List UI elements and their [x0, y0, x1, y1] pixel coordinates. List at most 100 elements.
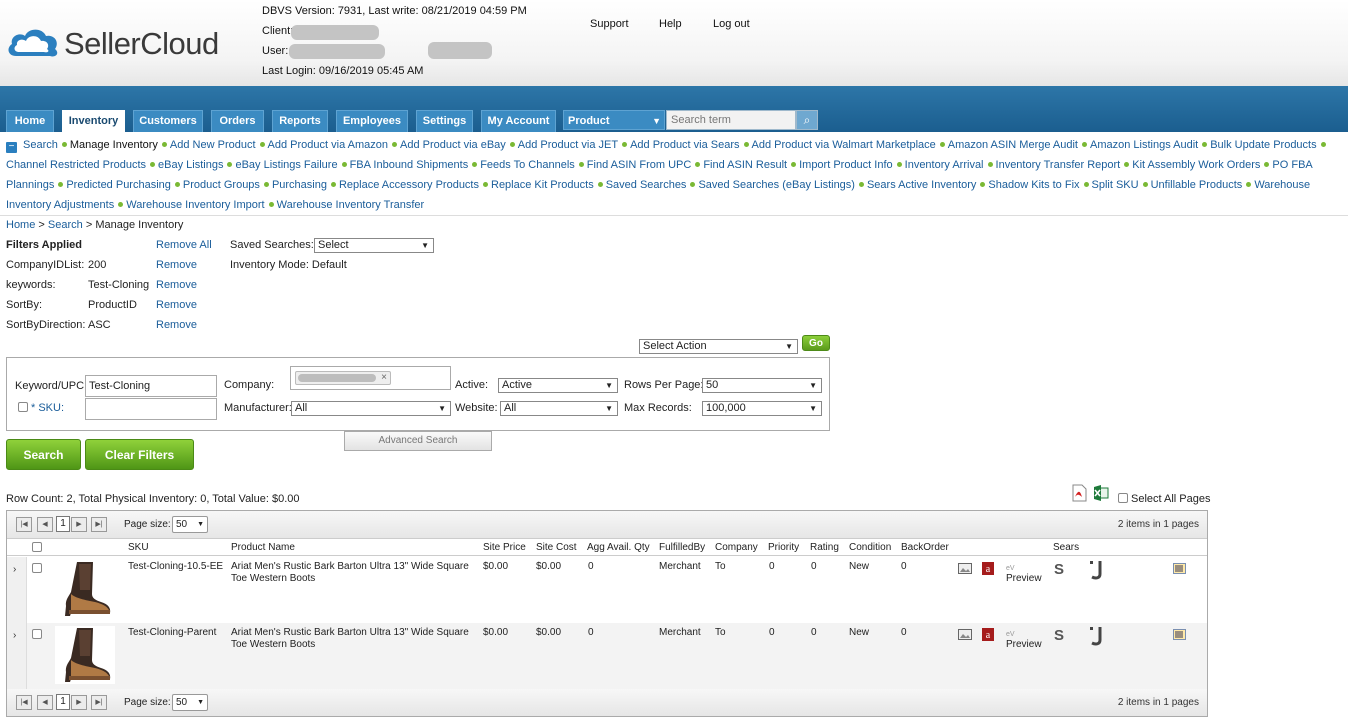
col-company[interactable]: Company [715, 542, 758, 553]
sku-label[interactable]: * SKU: [31, 402, 64, 414]
col-fulfilled-by[interactable]: FulfilledBy [659, 542, 705, 553]
max-records-select[interactable]: 100,000 ▼ [702, 401, 822, 416]
submenu-link[interactable]: Saved Searches (eBay Listings) [698, 179, 855, 191]
excel-export-icon[interactable] [1092, 484, 1110, 502]
preview-link[interactable]: Preview [1006, 639, 1042, 650]
submenu-link[interactable]: Inventory Transfer Report [996, 159, 1121, 171]
submenu-link[interactable]: Amazon Listings Audit [1090, 139, 1198, 151]
saved-searches-select[interactable]: Select ▼ [314, 238, 434, 253]
logout-link[interactable]: Log out [713, 18, 750, 30]
tab-inventory[interactable]: Inventory [62, 110, 125, 133]
image-icon[interactable] [958, 629, 972, 640]
col-site-cost[interactable]: Site Cost [536, 542, 577, 553]
close-icon[interactable]: × [381, 368, 387, 388]
product-thumbnail[interactable] [55, 560, 115, 618]
row-checkbox[interactable] [32, 629, 42, 639]
product-thumbnail[interactable] [55, 626, 115, 684]
submenu-link[interactable]: Unfillable Products [1151, 179, 1243, 191]
submenu-link[interactable]: Add Product via Sears [630, 139, 739, 151]
col-product-name[interactable]: Product Name [231, 542, 295, 553]
submenu-link[interactable]: Kit Assembly Work Orders [1132, 159, 1260, 171]
select-action-dropdown[interactable]: Select Action ▼ [639, 339, 798, 354]
barcode-icon[interactable] [1173, 629, 1186, 640]
manufacturer-select[interactable]: All ▼ [291, 401, 451, 416]
next-page-icon[interactable]: ▶ [71, 517, 87, 532]
product-type-select[interactable]: Product ▼ [563, 110, 665, 130]
barcode-icon[interactable] [1173, 563, 1186, 574]
remove-filter-link[interactable]: Remove [156, 299, 197, 311]
table-row[interactable]: › Test-Cloning-10.5-EE Ariat Men's Rusti… [7, 557, 1207, 623]
submenu-link[interactable]: Replace Accessory Products [339, 179, 479, 191]
amazon-icon[interactable]: a [982, 562, 994, 575]
advanced-search-button[interactable]: Advanced Search [344, 431, 492, 451]
collapse-icon[interactable]: − [6, 142, 17, 153]
tab-settings[interactable]: Settings [416, 110, 473, 132]
submenu-link[interactable]: Amazon ASIN Merge Audit [948, 139, 1078, 151]
remove-filter-link[interactable]: Remove [156, 259, 197, 271]
ebay-icon[interactable]: eV [1006, 563, 1020, 571]
search-icon[interactable]: ⌕ [796, 110, 818, 130]
submenu-link[interactable]: Add Product via Walmart Marketplace [752, 139, 936, 151]
tab-reports[interactable]: Reports [272, 110, 328, 132]
rows-per-page-select[interactable]: 50 ▼ [702, 378, 822, 393]
clear-filters-button[interactable]: Clear Filters [85, 439, 194, 470]
page-size-select[interactable]: 50 ▼ [172, 516, 208, 533]
active-select[interactable]: Active ▼ [498, 378, 618, 393]
submenu-link[interactable]: Add Product via eBay [400, 139, 506, 151]
image-icon[interactable] [958, 563, 972, 574]
support-link[interactable]: Support [590, 18, 629, 30]
help-link[interactable]: Help [659, 18, 682, 30]
submenu-link[interactable]: eBay Listings [158, 159, 223, 171]
submenu-link[interactable]: Channel Restricted Products [6, 159, 146, 171]
submenu-link[interactable]: FBA Inbound Shipments [350, 159, 469, 171]
col-rating[interactable]: Rating [810, 542, 839, 553]
row-expander[interactable]: › [7, 623, 27, 689]
submenu-link[interactable]: Add Product via JET [518, 139, 618, 151]
pdf-export-icon[interactable] [1070, 484, 1088, 502]
submenu-link[interactable]: Shadow Kits to Fix [988, 179, 1079, 191]
submenu-link[interactable]: Split SKU [1092, 179, 1139, 191]
submenu-link[interactable]: Find ASIN From UPC [587, 159, 692, 171]
remove-filter-link[interactable]: Remove [156, 279, 197, 291]
sears-icon[interactable]: S [1053, 627, 1066, 642]
remove-all-link[interactable]: Remove All [156, 239, 212, 251]
submenu-link[interactable]: Replace Kit Products [491, 179, 594, 191]
submenu-link[interactable]: Add New Product [170, 139, 256, 151]
submenu-link[interactable]: Saved Searches [606, 179, 687, 191]
preview-link[interactable]: Preview [1006, 573, 1042, 584]
row-checkbox[interactable] [32, 563, 42, 573]
select-all-checkbox[interactable] [32, 542, 42, 552]
col-condition[interactable]: Condition [849, 542, 891, 553]
search-term-input[interactable]: Search term [666, 110, 796, 130]
tab-home[interactable]: Home [6, 110, 54, 132]
submenu-link[interactable]: Import Product Info [799, 159, 893, 171]
select-all-pages-checkbox[interactable] [1118, 493, 1128, 503]
first-page-icon[interactable]: |◀ [16, 695, 32, 710]
jet-icon[interactable] [1089, 627, 1105, 647]
col-sku[interactable]: SKU [128, 542, 149, 553]
chevron-right-icon[interactable]: › [13, 630, 16, 641]
amazon-icon[interactable]: a [982, 628, 994, 641]
table-row[interactable]: › Test-Cloning-Parent Ariat Men's Rustic… [7, 623, 1207, 689]
row-expander[interactable]: › [7, 557, 27, 623]
page-size-select[interactable]: 50 ▼ [172, 694, 208, 711]
tab-orders[interactable]: Orders [211, 110, 264, 132]
last-page-icon[interactable]: ▶| [91, 695, 107, 710]
col-sears[interactable]: Sears [1053, 542, 1079, 553]
keyword-input[interactable]: Test-Cloning [85, 375, 217, 397]
cell-sku[interactable]: Test-Cloning-Parent [128, 627, 216, 638]
submenu-link[interactable]: Sears Active Inventory [867, 179, 976, 191]
submenu-link[interactable]: eBay Listings Failure [235, 159, 337, 171]
submenu-link[interactable]: Add Product via Amazon [268, 139, 388, 151]
submenu-link[interactable]: Bulk Update Products [1210, 139, 1316, 151]
submenu-link[interactable]: Purchasing [272, 179, 327, 191]
prev-page-icon[interactable]: ◀ [37, 517, 53, 532]
sku-checkbox[interactable] [18, 402, 28, 412]
jet-icon[interactable] [1089, 561, 1105, 581]
ebay-icon[interactable]: eV [1006, 629, 1020, 637]
chevron-right-icon[interactable]: › [13, 564, 16, 575]
col-priority[interactable]: Priority [768, 542, 799, 553]
search-button[interactable]: Search [6, 439, 81, 470]
submenu-link[interactable]: Product Groups [183, 179, 260, 191]
page-number-input[interactable]: 1 [56, 694, 70, 710]
